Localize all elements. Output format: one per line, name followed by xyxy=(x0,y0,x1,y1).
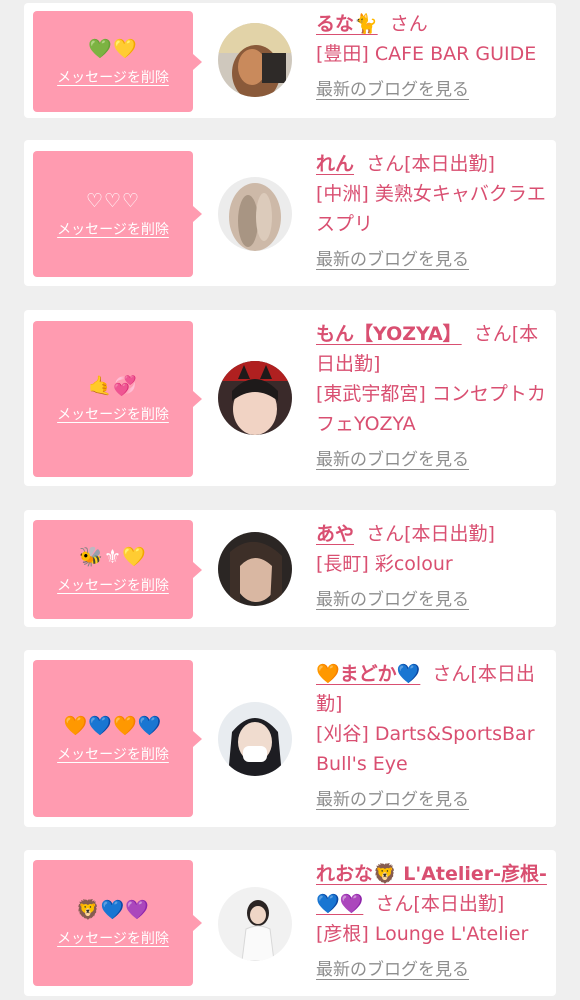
shop-name: [彦根] Lounge L'Atelier xyxy=(316,923,529,945)
avatar[interactable] xyxy=(218,532,292,606)
avatar-photo-icon xyxy=(218,177,292,251)
card-info: れおな🦁 L'Atelier-彦根-💙💜 さん[本日出勤] [彦根] Loung… xyxy=(316,859,548,985)
blog-link[interactable]: 最新のブログを見る xyxy=(316,585,469,615)
cast-suffix: さん xyxy=(389,13,428,35)
list-item: 💚💛 メッセージを削除 るな🐈 さん [豊田] CAFE BAR GUIDE 最… xyxy=(24,3,556,118)
shop-name: [豊田] CAFE BAR GUIDE xyxy=(316,43,537,65)
message-emoji: 🧡💙🧡💙 xyxy=(63,714,163,737)
cast-suffix: さん[本日出勤] xyxy=(366,153,495,175)
message-emoji: 💚💛 xyxy=(88,37,138,60)
avatar-photo-icon xyxy=(218,361,292,435)
avatar-photo-icon xyxy=(218,887,292,961)
card-info: れん さん[本日出勤] [中洲] 美熟女キャバクラエスプリ 最新のブログを見る xyxy=(316,149,548,275)
message-list: 💚💛 メッセージを削除 るな🐈 さん [豊田] CAFE BAR GUIDE 最… xyxy=(0,0,580,1000)
message-box: 🤙💞 メッセージを削除 xyxy=(33,321,202,477)
card-info: るな🐈 さん [豊田] CAFE BAR GUIDE 最新のブログを見る xyxy=(316,9,548,105)
message-emoji: 🤙💞 xyxy=(88,375,138,397)
message-box: 🐝⚜💛 メッセージを削除 xyxy=(33,520,202,619)
cast-name-link[interactable]: るな🐈 xyxy=(316,13,378,35)
card-info: あや さん[本日出勤] [長町] 彩colour 最新のブログを見る xyxy=(316,519,548,615)
avatar[interactable] xyxy=(218,702,292,776)
cast-name-link[interactable]: もん【YOZYA】 xyxy=(316,323,462,345)
list-item: 🤙💞 メッセージを削除 もん【YOZYA】 さん[本日出勤] [東武宇都宮] コ… xyxy=(24,310,556,486)
message-emoji: ♡♡♡ xyxy=(85,190,141,212)
shop-name: [長町] 彩colour xyxy=(316,553,453,575)
cast-name-link[interactable]: あや xyxy=(316,523,354,545)
card-info: もん【YOZYA】 さん[本日出勤] [東武宇都宮] コンセプトカフェYOZYA… xyxy=(316,319,548,475)
avatar[interactable] xyxy=(218,361,292,435)
avatar-photo-icon xyxy=(218,23,292,97)
avatar[interactable] xyxy=(218,887,292,961)
blog-link[interactable]: 最新のブログを見る xyxy=(316,785,469,815)
list-item: 🐝⚜💛 メッセージを削除 あや さん[本日出勤] [長町] 彩colour 最新… xyxy=(24,510,556,627)
list-item: ♡♡♡ メッセージを削除 れん さん[本日出勤] [中洲] 美熟女キャバクラエス… xyxy=(24,140,556,286)
delete-message-link[interactable]: メッセージを削除 xyxy=(57,404,169,424)
delete-message-link[interactable]: メッセージを削除 xyxy=(57,67,169,87)
message-box: 💚💛 メッセージを削除 xyxy=(33,11,202,112)
message-box: ♡♡♡ メッセージを削除 xyxy=(33,151,202,277)
blog-link[interactable]: 最新のブログを見る xyxy=(316,75,469,105)
delete-message-link[interactable]: メッセージを削除 xyxy=(57,219,169,239)
avatar[interactable] xyxy=(218,23,292,97)
shop-name: [刈谷] Darts&SportsBar Bull's Eye xyxy=(316,723,535,775)
message-box: 🦁💙💜 メッセージを削除 xyxy=(33,860,202,986)
message-emoji: 🦁💙💜 xyxy=(76,899,150,921)
shop-name: [東武宇都宮] コンセプトカフェYOZYA xyxy=(316,383,546,435)
avatar-photo-icon xyxy=(218,532,292,606)
delete-message-link[interactable]: メッセージを削除 xyxy=(57,575,169,595)
cast-name-link[interactable]: 🧡まどか💙 xyxy=(316,663,420,685)
cast-name-link[interactable]: れん xyxy=(316,153,354,175)
cast-suffix: さん[本日出勤] xyxy=(375,893,505,915)
blog-link[interactable]: 最新のブログを見る xyxy=(316,445,469,475)
blog-link[interactable]: 最新のブログを見る xyxy=(316,245,469,275)
list-item: 🧡💙🧡💙 メッセージを削除 🧡まどか💙 さん[本日出勤] [刈谷] Darts&… xyxy=(24,650,556,827)
list-item: 🦁💙💜 メッセージを削除 れおな🦁 L'Atelier-彦根-💙💜 さん[本日出… xyxy=(24,850,556,996)
avatar-photo-icon xyxy=(218,702,292,776)
card-info: 🧡まどか💙 さん[本日出勤] [刈谷] Darts&SportsBar Bull… xyxy=(316,659,548,815)
message-box: 🧡💙🧡💙 メッセージを削除 xyxy=(33,660,202,817)
delete-message-link[interactable]: メッセージを削除 xyxy=(57,928,169,948)
blog-link[interactable]: 最新のブログを見る xyxy=(316,955,469,985)
message-emoji: 🐝⚜💛 xyxy=(79,545,147,568)
delete-message-link[interactable]: メッセージを削除 xyxy=(57,744,169,764)
cast-suffix: さん[本日出勤] xyxy=(366,523,495,545)
avatar[interactable] xyxy=(218,177,292,251)
shop-name: [中洲] 美熟女キャバクラエスプリ xyxy=(316,183,546,235)
